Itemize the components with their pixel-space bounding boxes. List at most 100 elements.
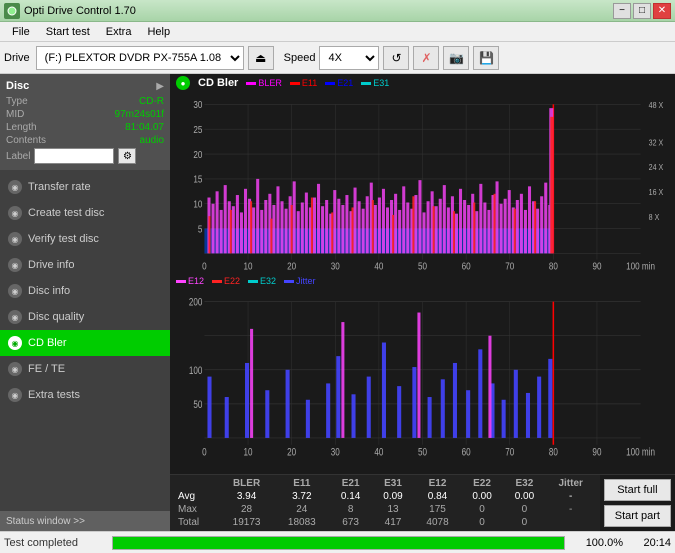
results-table: BLER E11 E21 E31 E12 E22 E32 Jitter Avg [174,477,596,529]
sidebar-item-drive-info-label: Drive info [28,259,74,271]
col-header-e32: E32 [503,477,545,490]
speed-label: Speed [284,52,316,64]
label-settings-button[interactable]: ⚙ [118,148,136,164]
legend-e21-label: E21 [337,78,353,88]
legend-bler-color [246,82,256,85]
row-avg-e12: 0.84 [414,490,461,503]
legend-jitter-color [284,280,294,283]
disc-label-label: Label [6,151,30,162]
row-avg-e32: 0.00 [503,490,545,503]
chart2-svg: 200 100 50 0 10 20 30 40 50 60 70 80 90 … [174,288,671,472]
camera-button[interactable]: 📷 [443,46,469,70]
drive-select[interactable]: (F:) PLEXTOR DVDR PX-755A 1.08 [36,46,244,70]
svg-text:40: 40 [374,261,383,272]
minimize-button[interactable]: − [613,3,631,19]
chart1-title: CD Bler [198,77,238,89]
svg-text:100: 100 [189,365,203,377]
transfer-rate-icon: ◉ [8,180,22,194]
status-window-label: Status window >> [6,516,85,527]
window-controls: − □ ✕ [613,3,671,19]
sidebar-item-cd-bler[interactable]: ◉ CD Bler [0,330,170,356]
start-full-button[interactable]: Start full [604,479,671,501]
legend-e32-color [248,280,258,283]
svg-text:48 X: 48 X [649,100,664,110]
sidebar-item-disc-info-label: Disc info [28,285,70,297]
row-total-e11: 18083 [274,516,329,529]
sidebar-item-fe-te[interactable]: ◉ FE / TE [0,356,170,382]
row-max-jitter: - [546,503,596,516]
menu-file[interactable]: File [4,24,38,40]
legend-e22-color [212,280,222,283]
disc-contents-label: Contents [6,135,46,146]
svg-text:90: 90 [592,447,601,459]
disc-label-input[interactable] [34,148,114,164]
svg-text:10: 10 [244,261,253,272]
col-header-bler: BLER [219,477,274,490]
row-max-bler: 28 [219,503,274,516]
speed-select[interactable]: 4X 8X 16X Max [319,46,379,70]
menu-help[interactable]: Help [139,24,178,40]
row-avg-label: Avg [174,490,219,503]
legend-jitter: Jitter [284,276,316,286]
row-avg-jitter: - [546,490,596,503]
sidebar-item-disc-info[interactable]: ◉ Disc info [0,278,170,304]
disc-arrow-icon[interactable]: ▶ [156,81,164,92]
row-max-e12: 175 [414,503,461,516]
legend-e22: E22 [212,276,240,286]
disc-mid-label: MID [6,109,24,120]
sidebar-item-transfer-rate[interactable]: ◉ Transfer rate [0,174,170,200]
svg-text:80: 80 [549,447,558,459]
col-header-label [174,477,219,490]
chart2-container: E12 E22 E32 Jitter [170,274,675,474]
drive-info-icon: ◉ [8,258,22,272]
elapsed-time: 20:14 [631,537,671,549]
disc-type-value: CD-R [139,96,164,107]
status-window-button[interactable]: Status window >> [0,511,170,531]
menu-extra[interactable]: Extra [98,24,140,40]
svg-text:30: 30 [193,99,202,110]
disc-length-value: 81:04.07 [125,122,164,133]
legend-bler: BLER [246,78,282,88]
eject-button[interactable]: ⏏ [248,46,274,70]
sidebar-item-verify-test-disc[interactable]: ◉ Verify test disc [0,226,170,252]
table-row-max: Max 28 24 8 13 175 0 0 - [174,503,596,516]
progress-bar [113,537,564,549]
svg-text:80: 80 [549,261,558,272]
menu-start-test[interactable]: Start test [38,24,98,40]
disc-info-icon: ◉ [8,284,22,298]
legend-e12-color [176,280,186,283]
main-area: Disc ▶ Type CD-R MID 97m24s01f Length 81… [0,74,675,531]
sidebar-item-transfer-rate-label: Transfer rate [28,181,91,193]
row-max-e11: 24 [274,503,329,516]
legend-e32-label: E32 [260,276,276,286]
sidebar-item-disc-quality[interactable]: ◉ Disc quality [0,304,170,330]
action-buttons-panel: Start full Start part [600,475,675,531]
svg-text:24 X: 24 X [649,163,664,173]
svg-text:70: 70 [505,447,514,459]
svg-text:10: 10 [244,447,253,459]
row-total-e12: 4078 [414,516,461,529]
close-button[interactable]: ✕ [653,3,671,19]
refresh-button[interactable]: ↺ [383,46,409,70]
row-total-e32: 0 [503,516,545,529]
disc-type-label: Type [6,96,28,107]
chart1-svg: 30 25 20 15 10 5 0 10 20 30 40 50 60 70 … [174,92,671,272]
table-row-avg: Avg 3.94 3.72 0.14 0.09 0.84 0.00 0.00 - [174,490,596,503]
sidebar-item-drive-info[interactable]: ◉ Drive info [0,252,170,278]
eraser-button[interactable]: ✗ [413,46,439,70]
svg-text:0: 0 [202,261,207,272]
sidebar-item-create-test-disc[interactable]: ◉ Create test disc [0,200,170,226]
extra-tests-icon: ◉ [8,388,22,402]
row-avg-e22: 0.00 [461,490,503,503]
maximize-button[interactable]: □ [633,3,651,19]
sidebar-item-create-test-disc-label: Create test disc [28,207,104,219]
data-table-wrapper: BLER E11 E21 E31 E12 E22 E32 Jitter Avg [170,475,600,531]
chart2-header: E12 E22 E32 Jitter [170,274,675,288]
row-total-bler: 19173 [219,516,274,529]
svg-text:60: 60 [462,261,471,272]
save-button[interactable]: 💾 [473,46,499,70]
svg-text:20: 20 [287,447,296,459]
start-part-button[interactable]: Start part [604,505,671,527]
svg-text:0: 0 [202,447,207,459]
sidebar-item-extra-tests[interactable]: ◉ Extra tests [0,382,170,408]
